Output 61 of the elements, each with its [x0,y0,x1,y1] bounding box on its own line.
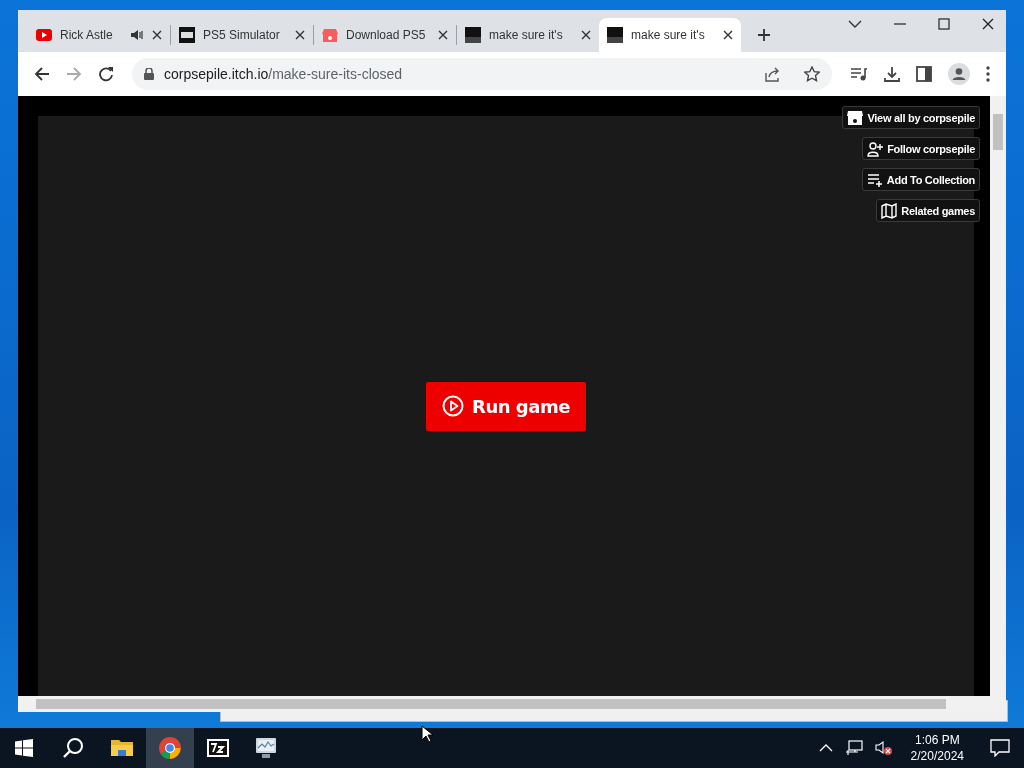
play-icon [442,395,465,417]
close-icon[interactable] [152,30,162,40]
star-icon[interactable] [804,66,820,82]
chrome-icon [158,736,182,760]
side-panel-icon[interactable] [916,66,932,82]
video-play-icon [36,27,52,43]
side-button[interactable]: Follow corpsepile [862,137,980,160]
close-icon[interactable] [581,30,591,40]
new-tab-icon[interactable] [757,28,771,42]
close-icon[interactable] [982,18,994,30]
share-icon[interactable] [764,66,780,82]
reload-icon[interactable] [98,66,114,82]
monitor-icon [254,736,278,760]
download-icon[interactable] [884,66,900,82]
thumbnail-icon [465,27,481,43]
browser-tab[interactable]: Download PS5 [314,18,456,52]
side-button[interactable]: View all by corpsepile [842,106,980,129]
side-button[interactable]: Related games [876,199,980,222]
search-icon[interactable] [62,737,84,759]
notification-icon[interactable] [990,739,1010,757]
muted-speaker-icon[interactable] [874,740,893,756]
tab-title: PS5 Simulator [203,28,281,42]
horizontal-scrollbar[interactable] [18,696,1006,712]
side-button[interactable]: Add To Collection [861,168,980,191]
add-list-icon [866,171,883,188]
browser-tab[interactable]: PS5 Simulator [171,18,313,52]
network-icon[interactable] [844,740,863,756]
map-icon [881,202,898,219]
store-icon [847,109,864,126]
thumbnail-icon [607,27,623,43]
chevron-up-icon[interactable] [818,744,833,752]
media-icon[interactable] [850,66,868,82]
close-icon[interactable] [295,30,305,40]
lock-icon [144,68,154,80]
clock[interactable]: 1:06 PM 2/20/2024 [910,732,964,764]
tab-title: Download PS5 [346,28,427,42]
archive-icon [206,736,230,760]
game-logo-icon [179,27,195,43]
tab-title: make sure it's [631,28,706,42]
tab-title: make sure it's [489,28,564,42]
browser-tab[interactable]: make sure it's [599,18,741,52]
back-icon[interactable] [34,66,50,82]
close-icon[interactable] [438,30,448,40]
tab-title: Rick Astle [60,28,114,42]
mouse-cursor [421,725,433,743]
add-user-icon [867,140,884,157]
browser-tab[interactable]: Rick Astle [28,18,170,52]
store-icon [322,27,338,43]
address-bar[interactable]: corpsepile.itch.io/make-sure-its-closed [132,58,832,90]
speaker-icon[interactable] [130,29,144,41]
tab-search-icon[interactable] [848,19,862,29]
browser-tab[interactable]: make sure it's [457,18,599,52]
close-icon[interactable] [723,30,733,40]
run-game-button[interactable]: Run game [426,381,586,431]
start-icon[interactable] [15,739,33,757]
url-text: corpsepile.itch.io/make-sure-its-closed [164,66,403,82]
maximize-icon[interactable] [938,18,950,30]
taskbar-app[interactable] [146,728,194,768]
profile-icon[interactable] [948,63,970,85]
vertical-scrollbar[interactable] [990,96,1006,696]
menu-icon[interactable] [986,66,990,82]
